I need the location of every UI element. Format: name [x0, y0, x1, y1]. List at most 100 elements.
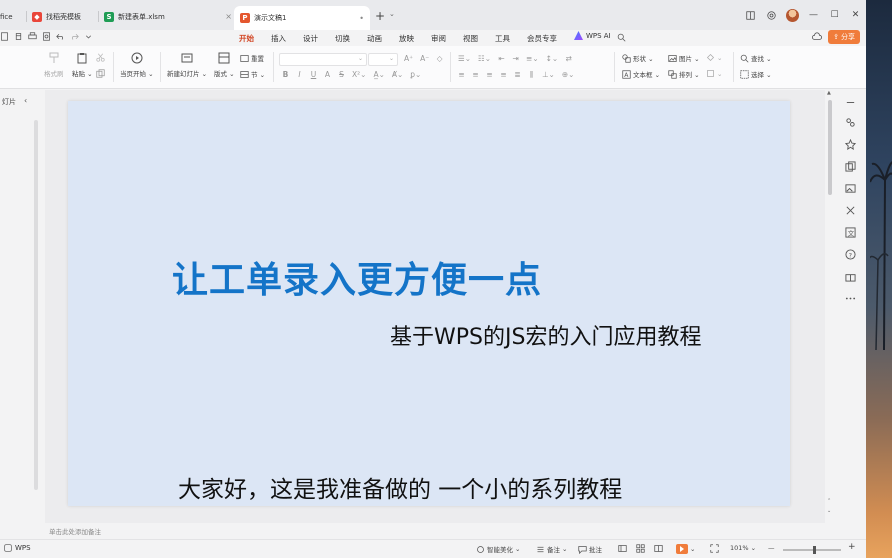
menu-insert[interactable]: 插入: [271, 33, 286, 44]
close-icon[interactable]: ×: [219, 12, 232, 21]
print-preview-icon[interactable]: [42, 32, 51, 41]
strikethrough-icon[interactable]: S: [338, 70, 345, 79]
copy-icon[interactable]: [96, 69, 105, 78]
redo-icon[interactable]: [70, 32, 79, 41]
picture-button[interactable]: 图片 ⌄: [668, 53, 700, 63]
increase-indent-icon[interactable]: ⇥: [512, 54, 519, 63]
star-icon[interactable]: [845, 139, 856, 150]
style-icon[interactable]: [845, 117, 856, 128]
gift-icon[interactable]: [845, 271, 856, 282]
wps-ai-button[interactable]: WPS AI: [574, 31, 611, 40]
arrange-button[interactable]: 排列 ⌄: [668, 69, 700, 79]
avatar[interactable]: [782, 6, 803, 24]
translate-icon[interactable]: 文: [845, 227, 856, 238]
underline-icon[interactable]: U: [310, 70, 317, 79]
maximize-button[interactable]: ☐: [824, 6, 845, 24]
menu-home[interactable]: 开始: [239, 33, 254, 48]
justify-icon[interactable]: ≡: [500, 70, 507, 80]
scroll-up-arrow[interactable]: ▲: [827, 90, 831, 96]
align-left-icon[interactable]: ≡: [458, 70, 465, 80]
notes-pane[interactable]: 单击此处添加备注: [45, 523, 825, 539]
tab-spreadsheet[interactable]: S 新建表单.xlsm ×: [104, 7, 232, 26]
new-slide-button[interactable]: 新建幻灯片 ⌄: [167, 52, 207, 78]
menu-view[interactable]: 视图: [463, 33, 478, 44]
new-tab-button[interactable]: +: [375, 9, 385, 23]
convert-icon[interactable]: ⇄: [565, 54, 572, 63]
tab-template[interactable]: ◆ 找稻壳模板: [32, 7, 94, 26]
font-size-select[interactable]: ⌄: [368, 53, 398, 66]
decrease-indent-icon[interactable]: ⇤: [498, 54, 505, 63]
scrollbar-thumb[interactable]: [828, 100, 832, 195]
minus-icon[interactable]: [845, 97, 856, 108]
vertical-align-icon[interactable]: ⊥⌄: [542, 70, 555, 80]
slide-subtitle[interactable]: 基于WPS的JS宏的入门应用教程: [390, 319, 701, 351]
zoom-slider[interactable]: [783, 546, 841, 554]
share-button[interactable]: ⇪ 分享: [828, 30, 860, 44]
increase-font-icon[interactable]: A⁺: [404, 54, 413, 63]
copy-icon[interactable]: [845, 161, 856, 172]
tab-presentation[interactable]: P 演示文稿1 •: [234, 6, 370, 30]
paste-button[interactable]: 粘贴 ⌄: [72, 52, 93, 78]
comments-button[interactable]: 批注: [578, 544, 602, 554]
layout-icon[interactable]: [740, 6, 761, 24]
line-spacing-icon[interactable]: ≡⌄: [526, 54, 539, 63]
image-icon[interactable]: [845, 183, 856, 194]
fill-button[interactable]: ⌄: [706, 53, 722, 62]
chevron-down-icon[interactable]: [84, 32, 93, 41]
zoom-level[interactable]: 101% ⌄: [730, 544, 756, 552]
italic-icon[interactable]: I: [296, 70, 303, 79]
chevron-down-icon[interactable]: ⌄: [389, 10, 395, 18]
slide[interactable]: 让工单录入更方便一点 基于WPS的JS宏的入门应用教程 大家好，这是我准备做的 …: [68, 101, 790, 506]
help-icon[interactable]: ?: [845, 249, 856, 260]
bold-icon[interactable]: B: [282, 70, 289, 79]
outline-button[interactable]: ⌄: [706, 69, 722, 78]
more-icon[interactable]: [845, 293, 856, 304]
textbox-button[interactable]: A 文本框 ⌄: [622, 69, 660, 79]
highlight-icon[interactable]: Ⱥ⌄: [392, 70, 403, 79]
section-button[interactable]: 节 ⌄: [240, 69, 265, 79]
font-name-select[interactable]: ⌄: [279, 53, 367, 66]
decrease-font-icon[interactable]: A⁻: [420, 54, 429, 63]
char-spacing-icon[interactable]: ꝑ⌄: [410, 70, 421, 79]
cloud-icon[interactable]: [812, 32, 823, 42]
menu-design[interactable]: 设计: [303, 33, 318, 44]
normal-view-icon[interactable]: [618, 544, 627, 553]
zoom-out-button[interactable]: —: [768, 544, 775, 552]
format-painter-button[interactable]: 格式刷: [44, 52, 64, 78]
panel-scrollbar[interactable]: [34, 120, 38, 490]
skin-icon[interactable]: [761, 6, 782, 24]
align-center-icon[interactable]: ≡: [472, 70, 479, 80]
unsaved-dot-icon[interactable]: •: [353, 14, 364, 23]
menu-member[interactable]: 会员专享: [527, 33, 557, 44]
zoom-in-button[interactable]: +: [848, 542, 856, 552]
file-icon[interactable]: [0, 32, 9, 41]
search-icon[interactable]: [617, 33, 626, 42]
layout-button[interactable]: 版式 ⌄: [214, 52, 235, 78]
align-right-icon[interactable]: ≡: [486, 70, 493, 80]
reading-view-icon[interactable]: [654, 544, 663, 553]
menu-animations[interactable]: 动画: [367, 33, 382, 44]
select-button[interactable]: 选择 ⌄: [740, 69, 772, 79]
distribute-icon[interactable]: ≣: [514, 70, 521, 80]
menu-transitions[interactable]: 切换: [335, 33, 350, 44]
play-slideshow-button[interactable]: ⌄: [676, 544, 695, 554]
collapse-panel-icon[interactable]: ‹: [24, 96, 27, 105]
export-pdf-icon[interactable]: [14, 32, 23, 41]
find-button[interactable]: 查找 ⌄: [740, 53, 772, 63]
reset-button[interactable]: 重置: [240, 53, 264, 63]
menu-slideshow[interactable]: 放映: [399, 33, 414, 44]
numbered-list-icon[interactable]: ☷⌄: [478, 54, 491, 63]
zoom-slider-knob[interactable]: [813, 546, 817, 554]
slide-caption[interactable]: 大家好，这是我准备做的 一个小的系列教程: [178, 470, 622, 504]
fit-window-icon[interactable]: [710, 544, 719, 553]
shape-button[interactable]: 形状 ⌄: [622, 53, 654, 63]
bullet-list-icon[interactable]: ☰⌄: [458, 54, 471, 63]
menu-tools[interactable]: 工具: [495, 33, 510, 44]
from-current-button[interactable]: 当页开始 ⌄: [120, 52, 154, 78]
notes-button[interactable]: 备注 ⌄: [536, 544, 567, 554]
smart-art-icon[interactable]: ⊕⌄: [562, 70, 575, 80]
minimize-button[interactable]: —: [803, 6, 824, 24]
menu-review[interactable]: 审阅: [431, 33, 446, 44]
canvas-scrollbar[interactable]: ▲ ⌃ ⌄: [826, 90, 834, 523]
smart-beautify-button[interactable]: 智能美化 ⌄: [476, 544, 520, 554]
